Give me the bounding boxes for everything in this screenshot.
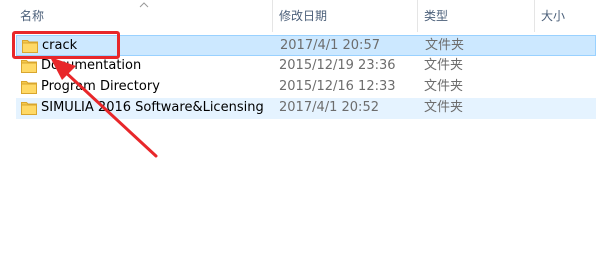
column-header-date[interactable]: 修改日期 <box>273 0 417 32</box>
file-date: 2017/4/1 20:52 <box>279 100 379 115</box>
file-type: 文件夹 <box>424 58 464 73</box>
file-row-simulia[interactable]: SIMULIA 2016 Software&Licensing 2017/4/1… <box>16 98 596 119</box>
folder-icon <box>21 102 37 115</box>
file-type: 文件夹 <box>425 38 465 53</box>
file-row-program-directory[interactable]: Program Directory 2015/12/16 12:33 文件夹 <box>16 77 596 98</box>
file-name: Documentation <box>41 58 142 73</box>
file-type: 文件夹 <box>424 100 464 115</box>
file-date: 2015/12/16 12:33 <box>279 79 396 94</box>
file-type: 文件夹 <box>424 79 464 94</box>
file-name: crack <box>42 38 78 53</box>
file-row-crack[interactable]: crack 2017/4/1 20:57 文件夹 <box>16 35 596 56</box>
file-explorer: 名称 修改日期 类型 大小 crack 2017/4/1 20:57 文件夹 D… <box>0 0 596 266</box>
file-name: Program Directory <box>41 79 160 94</box>
folder-icon <box>21 60 37 73</box>
folder-icon <box>21 81 37 94</box>
column-header-bar: 名称 修改日期 类型 大小 <box>0 0 596 32</box>
column-header-type[interactable]: 类型 <box>418 0 534 32</box>
column-header-size[interactable]: 大小 <box>535 0 596 32</box>
file-date: 2015/12/19 23:36 <box>279 58 396 73</box>
folder-icon <box>22 40 38 53</box>
file-date: 2017/4/1 20:57 <box>280 38 380 53</box>
file-row-documentation[interactable]: Documentation 2015/12/19 23:36 文件夹 <box>16 56 596 77</box>
file-name: SIMULIA 2016 Software&Licensing <box>41 100 264 115</box>
column-header-name[interactable]: 名称 <box>14 0 272 32</box>
